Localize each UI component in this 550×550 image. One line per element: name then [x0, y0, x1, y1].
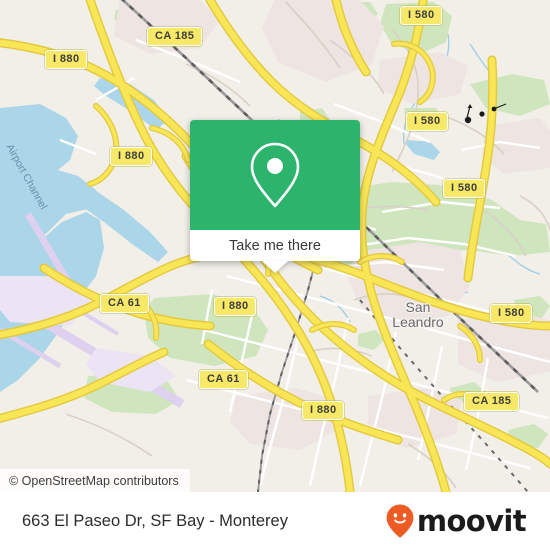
road-shield[interactable]: I 580: [406, 112, 449, 131]
road-shield[interactable]: CA 185: [147, 27, 203, 46]
address-label: 663 El Paseo Dr, SF Bay - Monterey: [22, 511, 288, 530]
road-shield[interactable]: CA 61: [199, 370, 248, 389]
map-pin-icon: [250, 142, 300, 208]
road-shield[interactable]: I 580: [443, 179, 486, 198]
popup-tail: [262, 261, 288, 273]
location-popup-card[interactable]: Take me there: [190, 120, 360, 273]
osm-attribution[interactable]: © OpenStreetMap contributors: [0, 469, 190, 492]
moovit-smiley-pin-icon: [386, 504, 414, 538]
road-shield[interactable]: I 880: [110, 147, 153, 166]
popup-action-bar[interactable]: Take me there: [190, 230, 360, 261]
footer-bar: 663 El Paseo Dr, SF Bay - Monterey moovi…: [0, 492, 550, 550]
take-me-there-label: Take me there: [229, 237, 321, 254]
road-shield[interactable]: I 580: [400, 6, 443, 25]
moovit-brand[interactable]: moovit: [385, 503, 527, 539]
road-shield[interactable]: I 880: [302, 401, 345, 420]
road-shield[interactable]: I 880: [45, 50, 88, 69]
map-canvas[interactable]: CA 185 I 580 I 880 I 580 I 880 I 580 CA …: [0, 0, 550, 492]
road-shield[interactable]: I 580: [490, 304, 533, 323]
road-shield[interactable]: I 880: [214, 297, 257, 316]
road-shield[interactable]: CA 61: [100, 294, 149, 313]
moovit-wordmark: moovit: [416, 504, 527, 538]
map-screenshot-root: CA 185 I 580 I 880 I 580 I 880 I 580 CA …: [0, 0, 550, 550]
osm-attribution-text: © OpenStreetMap contributors: [9, 473, 179, 488]
popup-header: [190, 120, 360, 230]
road-shield[interactable]: CA 185: [464, 392, 520, 411]
